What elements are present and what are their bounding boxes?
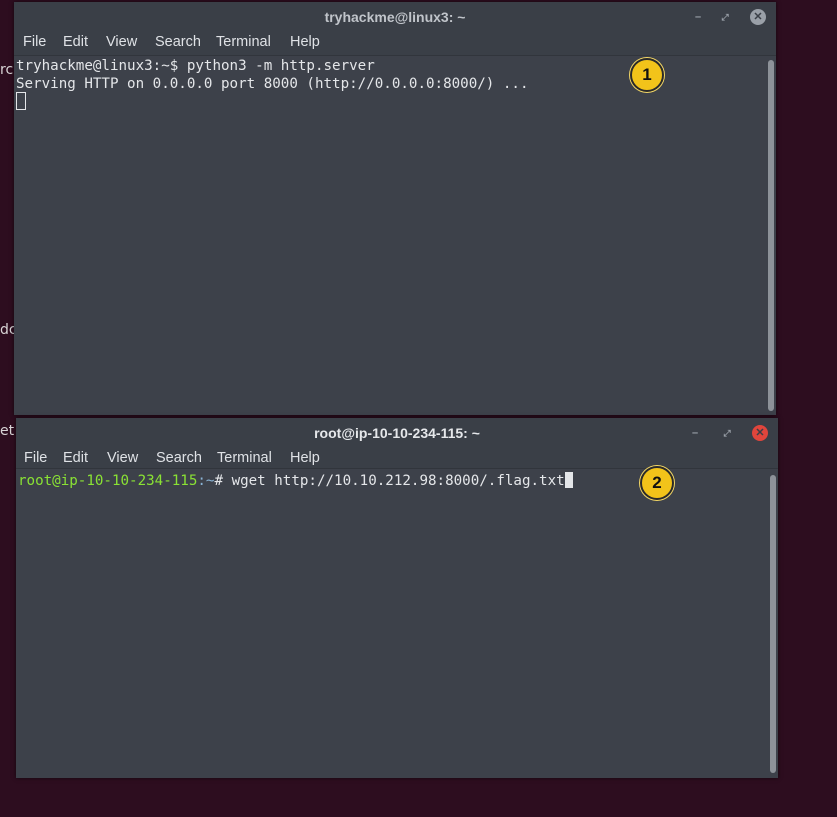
window-title: tryhackme@linux3: ~	[324, 9, 466, 25]
scrollbar[interactable]	[770, 475, 776, 773]
menu-terminal[interactable]: Terminal	[217, 450, 272, 466]
menu-view[interactable]: View	[106, 34, 137, 50]
command-text: wget http://10.10.212.98:8000/.flag.txt	[231, 473, 565, 489]
step-badge-1: 1	[630, 58, 664, 92]
close-icon[interactable]: ✕	[750, 9, 766, 25]
menu-file[interactable]: File	[23, 34, 46, 50]
menu-view[interactable]: View	[107, 450, 138, 466]
cursor	[16, 92, 26, 110]
menu-edit[interactable]: Edit	[63, 34, 88, 50]
prompt-symbol: #	[214, 473, 232, 489]
menu-edit[interactable]: Edit	[63, 450, 88, 466]
step-badge-2: 2	[640, 466, 674, 500]
terminal-window-1[interactable]: tryhackme@linux3: ~ – ⤢ ✕ File Edit View…	[14, 2, 776, 415]
desktop-text-fragment: rc	[0, 62, 14, 78]
desktop-text-fragment: et	[0, 423, 15, 439]
menu-file[interactable]: File	[24, 450, 47, 466]
command-line: root@ip-10-10-234-115:~# wget http://10.…	[18, 472, 573, 490]
cursor	[564, 472, 573, 488]
minimize-icon[interactable]: –	[690, 9, 706, 25]
command-text: python3 -m http.server	[186, 58, 375, 74]
menu-help[interactable]: Help	[290, 450, 320, 466]
maximize-icon[interactable]: ⤢	[717, 9, 733, 25]
menu-terminal[interactable]: Terminal	[216, 34, 271, 50]
terminal-output[interactable]: root@ip-10-10-234-115:~# wget http://10.…	[16, 468, 778, 778]
title-bar[interactable]: tryhackme@linux3: ~ – ⤢ ✕	[14, 2, 776, 32]
terminal-output[interactable]: tryhackme@linux3:~$ python3 -m http.serv…	[14, 55, 776, 415]
menu-help[interactable]: Help	[290, 34, 320, 50]
menu-search[interactable]: Search	[156, 450, 202, 466]
prompt-path: :~	[197, 473, 215, 489]
close-icon[interactable]: ✕	[752, 425, 768, 441]
prompt: tryhackme@linux3:~$	[16, 58, 187, 74]
prompt-user: root@ip-10-10-234-115	[18, 473, 198, 489]
scrollbar[interactable]	[768, 60, 774, 411]
minimize-icon[interactable]: –	[687, 425, 703, 441]
menu-bar: File Edit View Search Terminal Help	[14, 32, 776, 56]
title-bar[interactable]: root@ip-10-10-234-115: ~ – ⤢ ✕	[16, 418, 778, 448]
command-line: tryhackme@linux3:~$ python3 -m http.serv…	[16, 57, 375, 75]
menu-search[interactable]: Search	[155, 34, 201, 50]
output-line: Serving HTTP on 0.0.0.0 port 8000 (http:…	[16, 76, 529, 92]
maximize-icon[interactable]: ⤢	[719, 425, 735, 441]
window-title: root@ip-10-10-234-115: ~	[314, 425, 480, 441]
